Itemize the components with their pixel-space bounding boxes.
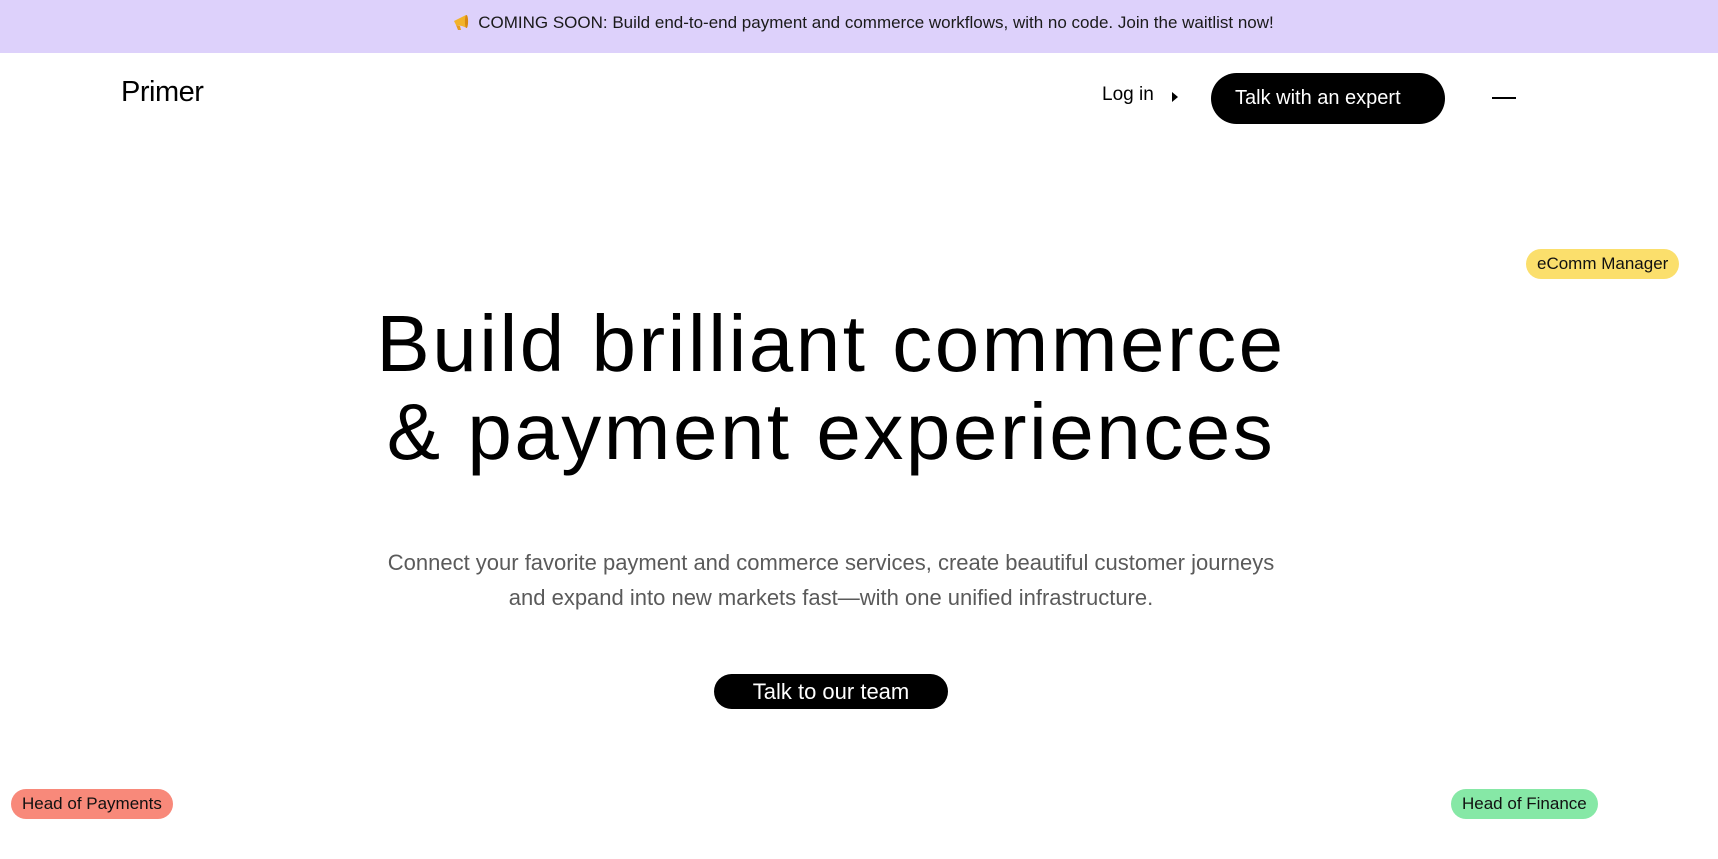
login-link[interactable]: Log in <box>1102 84 1178 106</box>
hero-subtitle-line-1: Connect your favorite payment and commer… <box>387 550 1275 575</box>
menu-bar <box>1492 96 1516 100</box>
caret-right-icon <box>1171 91 1178 102</box>
hero-title: Build brilliant commerce & payment exper… <box>0 300 1662 476</box>
hero-subtitle: Connect your favorite payment and commer… <box>0 545 1662 615</box>
megaphone-icon <box>452 14 472 32</box>
announcement-banner: COMING SOON: Build end-to-end payment an… <box>0 0 1718 53</box>
menu-icon[interactable] <box>1492 86 1520 110</box>
banner-text: COMING SOON: Build end-to-end payment an… <box>478 13 1274 32</box>
announcement-link[interactable]: COMING SOON: Build end-to-end payment an… <box>452 13 1274 33</box>
talk-to-our-team-button[interactable]: Talk to our team <box>714 674 948 709</box>
hero-title-line-1: Build brilliant commerce <box>376 299 1286 388</box>
talk-with-expert-button[interactable]: Talk with an expert <box>1211 73 1445 124</box>
head-of-payments-tag: Head of Payments <box>11 789 173 819</box>
hero-title-line-2: & payment experiences <box>386 387 1276 476</box>
hero-subtitle-line-2: and expand into new markets fast—with on… <box>508 585 1154 610</box>
head-of-finance-tag: Head of Finance <box>1451 789 1598 819</box>
ecomm-manager-tag: eComm Manager <box>1526 249 1680 279</box>
primer-logo[interactable]: Primer <box>121 76 204 109</box>
login-label: Log in <box>1102 84 1154 105</box>
page: COMING SOON: Build end-to-end payment an… <box>0 0 1718 859</box>
